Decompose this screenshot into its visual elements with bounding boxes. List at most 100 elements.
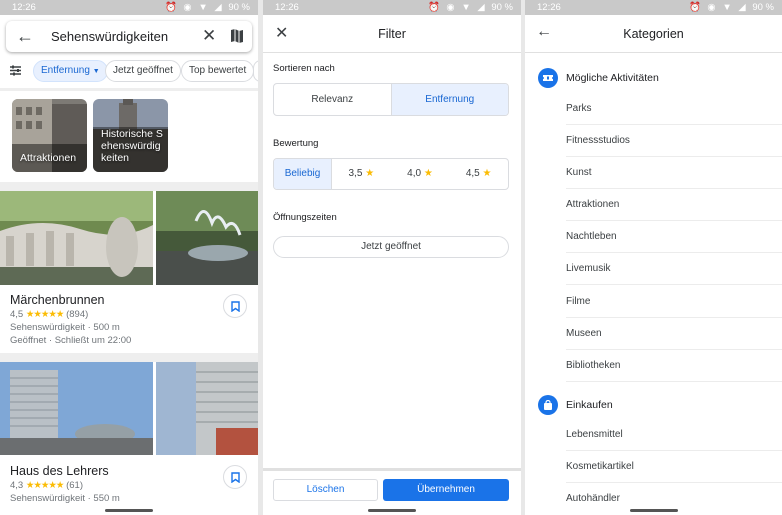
status-bar: 12:26 ⏰ ◉ ▼ ◢ 90 % [263, 0, 521, 15]
rating-value: 4,0 [407, 168, 422, 179]
chip-label: Entfernung [41, 65, 90, 76]
category-item[interactable]: Kosmetikartikel [566, 451, 782, 483]
category-item-label: Kunst [566, 167, 592, 178]
category-item-label: Nachtleben [566, 231, 617, 242]
result-photo[interactable] [156, 362, 258, 455]
category-item-label: Fitnessstudios [566, 135, 630, 146]
result-type-distance: Sehenswürdigkeit · 550 m [10, 493, 120, 504]
status-time: 12:26 [12, 2, 36, 13]
category-label: Historische Sehenswürdigkeiten [101, 128, 163, 164]
caret-down-icon: ▼ [92, 68, 100, 75]
category-item[interactable]: Parks [566, 93, 782, 125]
chip-entfernung[interactable]: Entfernung ▼ [33, 60, 108, 82]
category-item-label: Museen [566, 328, 602, 339]
rating-segmented-control: Beliebig 3,5 ★ 4,0 ★ 4,5 ★ [273, 158, 509, 190]
divider [0, 353, 258, 362]
categories-screen: 12:26 ⏰ ◉ ▼ ◢ 90 % ← Kategorien Mögliche… [525, 0, 782, 515]
category-card-historische[interactable]: Historische Sehenswürdigkeiten [93, 99, 168, 172]
hours-label: Öffnungszeiten [273, 212, 337, 223]
rating-value: 4,3 [10, 480, 24, 491]
rating-option-4-5[interactable]: 4,5 ★ [449, 159, 508, 189]
battery-level: 90 % [752, 2, 774, 13]
chip-label: Jetzt geöffnet [113, 65, 173, 76]
battery-level: 90 % [228, 2, 250, 13]
rating-option-4-0[interactable]: 4,0 ★ [391, 159, 450, 189]
category-group-header: Einkaufen [525, 395, 782, 417]
arrow-back-icon[interactable]: ← [16, 26, 34, 47]
page-title: Filter [378, 27, 406, 41]
category-item[interactable]: Museen [566, 318, 782, 350]
status-time: 12:26 [275, 2, 299, 13]
result-rating-row: 4,5 ★★★★★ (894) [10, 309, 88, 320]
category-item-label: Attraktionen [566, 199, 620, 210]
bookmark-button[interactable] [223, 465, 247, 489]
divider [0, 88, 258, 91]
close-icon[interactable]: ✕ [202, 26, 216, 46]
bookmark-icon [231, 301, 240, 312]
result-photo[interactable] [156, 191, 258, 285]
clear-button[interactable]: Löschen [273, 479, 378, 501]
filter-actions: Löschen Übernehmen [263, 468, 521, 515]
status-icons: ⏰ ◉ ▼ ◢ 90 % [427, 2, 513, 13]
result-rating-row: 4,3 ★★★★★ (61) [10, 480, 83, 491]
star-icon: ★ [423, 168, 433, 179]
result-photo[interactable] [0, 191, 153, 285]
filter-screen: 12:26 ⏰ ◉ ▼ ◢ 90 % ✕ Filter Sortieren na… [263, 0, 521, 515]
status-bar: 12:26 ⏰ ◉ ▼ ◢ 90 % [525, 0, 782, 15]
filter-chips: Entfernung ▼ Jetzt geöffnet Top bewertet [0, 60, 258, 82]
page-title: Kategorien [623, 27, 684, 41]
battery-level: 90 % [491, 2, 513, 13]
sort-label: Sortieren nach [273, 63, 335, 74]
result-type-distance: Sehenswürdigkeit · 500 m [10, 322, 120, 333]
category-item-label: Kosmetikartikel [566, 461, 634, 472]
gesture-nav-bar[interactable] [105, 509, 153, 512]
rating-label: Bewertung [273, 138, 319, 149]
category-item-label: Bibliotheken [566, 360, 621, 371]
bookmark-button[interactable] [223, 294, 247, 318]
apply-button[interactable]: Übernehmen [383, 479, 509, 501]
map-icon[interactable] [230, 28, 244, 44]
rating-value: 4,5 [10, 309, 24, 320]
category-item[interactable]: Livemusik [566, 253, 782, 285]
sort-option-entfernung[interactable]: Entfernung [391, 84, 508, 115]
gesture-nav-bar[interactable] [368, 509, 416, 512]
search-results-screen: 12:26 ⏰ ◉ ▼ ◢ 90 % ← Sehenswürdigkeiten … [0, 0, 258, 515]
category-item[interactable]: Filme [566, 286, 782, 318]
category-item[interactable]: Fitnessstudios [566, 125, 782, 157]
status-icons: ⏰ ◉ ▼ ◢ 90 % [164, 2, 250, 13]
search-bar[interactable]: ← Sehenswürdigkeiten ✕ [6, 21, 252, 52]
category-item[interactable]: Bibliotheken [566, 350, 782, 382]
review-count: (894) [66, 309, 89, 320]
tune-icon[interactable] [9, 64, 22, 77]
open-now-button[interactable]: Jetzt geöffnet [273, 236, 509, 258]
category-item-label: Autohändler [566, 493, 620, 504]
sort-segmented-control: Relevanz Entfernung [273, 83, 509, 116]
category-item[interactable]: Kunst [566, 157, 782, 189]
rating-option-beliebig[interactable]: Beliebig [274, 159, 332, 189]
chip-more[interactable] [253, 60, 258, 82]
category-item[interactable]: Lebensmittel [566, 419, 782, 451]
shopping-bag-icon [538, 395, 558, 415]
gesture-nav-bar[interactable] [629, 509, 678, 512]
rating-option-3-5[interactable]: 3,5 ★ [332, 159, 391, 189]
star-icon: ★ [482, 168, 492, 179]
category-item-label: Lebensmittel [566, 429, 623, 440]
result-name[interactable]: Haus des Lehrers [10, 464, 109, 478]
status-bar: 12:26 ⏰ ◉ ▼ ◢ 90 % [0, 0, 258, 15]
category-group-label: Einkaufen [566, 399, 613, 411]
app-bar: ✕ Filter [263, 15, 521, 53]
rating-value: 4,5 [465, 168, 480, 179]
review-count: (61) [66, 480, 83, 491]
result-photo[interactable] [0, 362, 153, 455]
ticket-icon [538, 68, 558, 88]
category-item[interactable]: Attraktionen [566, 189, 782, 221]
bookmark-icon [231, 472, 240, 483]
search-query[interactable]: Sehenswürdigkeiten [51, 29, 168, 44]
sort-option-relevanz[interactable]: Relevanz [274, 84, 392, 115]
category-card-attraktionen[interactable]: Attraktionen [12, 99, 87, 172]
chip-top-bewertet[interactable]: Top bewertet [181, 60, 255, 82]
category-item[interactable]: Nachtleben [566, 221, 782, 253]
divider [0, 182, 258, 191]
result-name[interactable]: Märchenbrunnen [10, 293, 105, 307]
chip-jetzt-geoeffnet[interactable]: Jetzt geöffnet [105, 60, 181, 82]
